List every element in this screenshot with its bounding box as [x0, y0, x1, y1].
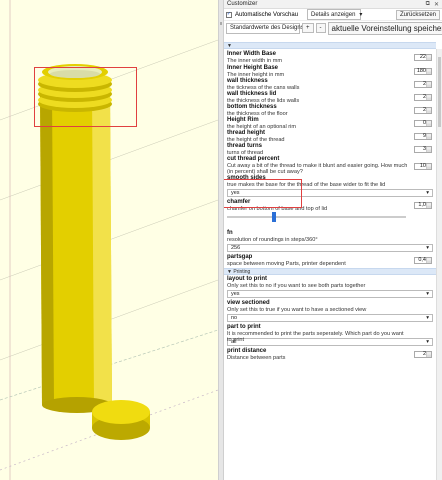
- section-header-printing[interactable]: ▼ Printing: [224, 268, 436, 275]
- param-fn: fn resolution of roundings in steps/360°: [227, 230, 318, 243]
- param-thread-turns: thread turns turns of thread 3: [224, 143, 436, 156]
- section-header-parameters[interactable]: ▼: [224, 42, 436, 49]
- param-inner-height-base: Inner Height Base The inner height in mm…: [224, 65, 436, 78]
- chamfer-slider-handle[interactable]: [271, 212, 276, 222]
- parameters-scrollbar[interactable]: [436, 49, 442, 480]
- chamfer-slider-row: [224, 212, 436, 222]
- bottom-thickness-spinbox[interactable]: 2: [414, 107, 432, 114]
- add-preset-button[interactable]: +: [302, 23, 314, 33]
- param-inner-width-base: Inner Width Base The inner width in mm 2…: [224, 51, 436, 65]
- close-panel-icon[interactable]: ✕: [434, 1, 439, 8]
- param-height-rim: Height Rim the height of an optional rim…: [224, 117, 436, 130]
- wall-thickness-spinbox[interactable]: 2: [414, 81, 432, 88]
- height-rim-spinbox[interactable]: 0: [414, 120, 432, 127]
- section-printing-label: Printing: [233, 268, 251, 275]
- auto-preview-checkbox[interactable]: ✓: [226, 11, 232, 18]
- fn-select[interactable]: 256 ▾: [227, 244, 433, 252]
- cut-thread-percent-spinbox[interactable]: 10: [414, 163, 432, 170]
- param-partsgap: partsgap space between moving Parts, pri…: [224, 254, 436, 268]
- wall-thickness-lid-spinbox[interactable]: 2: [414, 94, 432, 101]
- chevron-down-icon: ▾: [426, 291, 429, 297]
- thread-turns-spinbox[interactable]: 3: [414, 146, 432, 153]
- highlight-box-thread: [34, 67, 137, 127]
- customizer-panel: Customizer ⧉ ✕ ✓ Automatische Vorschau D…: [224, 0, 442, 480]
- print-distance-spinbox[interactable]: 2: [414, 351, 432, 358]
- highlight-box-smooth-sides: [224, 179, 302, 208]
- preset-select[interactable]: Standardwerte des Designs ▾: [226, 22, 311, 34]
- layout-to-print-select[interactable]: yes ▾: [227, 290, 433, 298]
- chevron-down-icon: ▾: [426, 245, 429, 251]
- param-wall-thickness: wall thickness the tickness of the cans …: [224, 78, 436, 91]
- param-bottom-thickness: bottom thickness the thickness of the fl…: [224, 104, 436, 117]
- details-select-value: Details anzeigen: [311, 11, 356, 18]
- customizer-titlebar: Customizer ⧉ ✕: [224, 0, 442, 9]
- preview-toolbar: ✓ Automatische Vorschau Details anzeigen…: [224, 9, 442, 21]
- save-preset-button[interactable]: aktuelle Voreinstellung speichern: [327, 21, 442, 35]
- param-part-to-print: part to print It is recommended to print…: [227, 324, 404, 343]
- param-cut-thread-percent: cut thread percent Cut away a bit of the…: [224, 156, 436, 175]
- param-view-sectioned: view sectioned Only set this to true if …: [227, 300, 367, 313]
- fn-value: 256: [231, 245, 241, 251]
- remove-preset-button[interactable]: -: [315, 23, 326, 33]
- preset-select-value: Standardwerte des Designs: [230, 25, 304, 31]
- chamfer-spinbox[interactable]: 1,0: [414, 202, 432, 209]
- chevron-down-icon: ▾: [426, 315, 429, 321]
- panel-title: Customizer: [227, 1, 258, 7]
- details-select[interactable]: Details anzeigen ▾: [307, 9, 363, 20]
- chevron-down-icon: ▾: [426, 190, 429, 196]
- view-sectioned-select[interactable]: no ▾: [227, 314, 433, 322]
- inner-height-base-spinbox[interactable]: 180: [414, 68, 432, 75]
- auto-preview-label: Automatische Vorschau: [235, 11, 299, 18]
- float-panel-icon[interactable]: ⧉: [426, 1, 430, 8]
- param-layout-to-print: layout to print Only set this to no if y…: [227, 276, 366, 289]
- reset-button[interactable]: Zurücksetzen: [395, 9, 440, 20]
- collapse-triangle-icon: ▼: [227, 42, 232, 49]
- layout-to-print-value: yes: [231, 291, 240, 297]
- chamfer-slider[interactable]: [227, 212, 406, 222]
- inner-width-base-spinbox[interactable]: 22: [414, 54, 432, 61]
- param-print-distance: print distance Distance between parts 2: [224, 348, 436, 361]
- preset-toolbar: Standardwerte des Designs ▾ + - aktuelle…: [224, 21, 442, 35]
- scrollbar-thumb[interactable]: [438, 57, 441, 127]
- partsgap-spinbox[interactable]: 0,4: [414, 257, 432, 264]
- view-sectioned-value: no: [231, 315, 238, 321]
- param-wall-thickness-lid: wall thickness lid the thickness of the …: [224, 91, 436, 104]
- param-thread-height: thread height the height of the thread 9: [224, 130, 436, 143]
- parameters-list[interactable]: Inner Width Base The inner width in mm 2…: [224, 49, 436, 480]
- 3d-viewport[interactable]: [0, 0, 218, 480]
- lid-model: [92, 400, 150, 440]
- thread-height-spinbox[interactable]: 9: [414, 133, 432, 140]
- chevron-down-icon: ▾: [359, 12, 363, 18]
